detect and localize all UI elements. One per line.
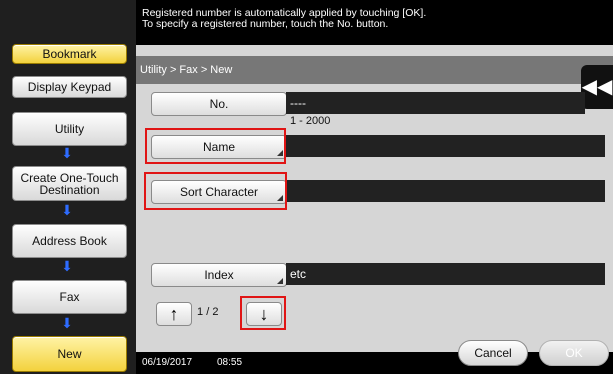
page-current: 1: [197, 306, 204, 318]
left-panel: Bookmark Display Keypad Utility ⬇ Create…: [0, 0, 136, 374]
cancel-button[interactable]: Cancel: [458, 340, 528, 366]
index-button[interactable]: Index: [151, 263, 287, 287]
arrow-down-icon: ⬇: [61, 258, 73, 274]
no-button[interactable]: No.: [151, 92, 287, 116]
bookmark-button[interactable]: Bookmark: [12, 44, 127, 64]
name-button[interactable]: Name: [151, 135, 287, 159]
sort-character-field[interactable]: [286, 180, 605, 202]
no-value-field: ----: [286, 92, 585, 114]
display-keypad-button[interactable]: Display Keypad: [12, 76, 127, 98]
breadcrumb: Utility > Fax > New: [140, 64, 233, 76]
name-label: Name: [202, 140, 235, 154]
step-fax-button[interactable]: Fax: [12, 280, 127, 314]
sort-character-label: Sort Character: [179, 185, 259, 199]
sort-character-button[interactable]: Sort Character: [151, 180, 287, 204]
page-up-button[interactable]: ↑: [156, 302, 192, 326]
step-new-button[interactable]: New: [12, 336, 127, 372]
no-range: 1 - 2000: [290, 115, 331, 127]
page-indicator: 1 / 2: [197, 306, 218, 318]
arrow-down-icon: ↓: [259, 303, 269, 324]
index-label: Index: [204, 268, 234, 282]
triangle-icon: [277, 278, 283, 284]
message-bar: Registered number is automatically appli…: [136, 0, 613, 45]
main-header: Utility > Fax > New: [136, 56, 613, 84]
status-date: 06/19/2017: [142, 357, 193, 368]
arrow-down-icon: ⬇: [61, 315, 73, 331]
device-screen: Bookmark Display Keypad Utility ⬇ Create…: [0, 0, 613, 374]
message-text: Registered number is automatically appli…: [142, 8, 426, 30]
no-value: ----: [290, 96, 306, 110]
main-panel: Utility > Fax > New ◀◀ No. ---- 1 - 2000…: [136, 45, 613, 352]
rewind-icon[interactable]: ◀◀: [581, 65, 613, 109]
page-separator: /: [206, 306, 210, 318]
no-label: No.: [209, 97, 229, 111]
message-line-2: To specify a registered number, touch th…: [142, 18, 389, 30]
step-address-book-button[interactable]: Address Book: [12, 224, 127, 258]
arrow-down-icon: ⬇: [61, 202, 73, 218]
triangle-icon: [277, 150, 283, 156]
ok-button[interactable]: OK: [539, 340, 609, 366]
name-field[interactable]: [286, 135, 605, 157]
index-value: etc: [290, 267, 307, 281]
triangle-icon: [277, 195, 283, 201]
step-utility-button[interactable]: Utility: [12, 112, 127, 146]
index-field: etc: [286, 263, 605, 285]
step-create-one-touch-button[interactable]: Create One-Touch Destination: [12, 166, 127, 201]
page-down-button[interactable]: ↓: [246, 302, 282, 326]
page-total: 2: [212, 306, 219, 318]
status-time: 08:55: [217, 357, 243, 368]
arrow-down-icon: ⬇: [61, 145, 73, 161]
arrow-up-icon: ↑: [169, 303, 179, 324]
